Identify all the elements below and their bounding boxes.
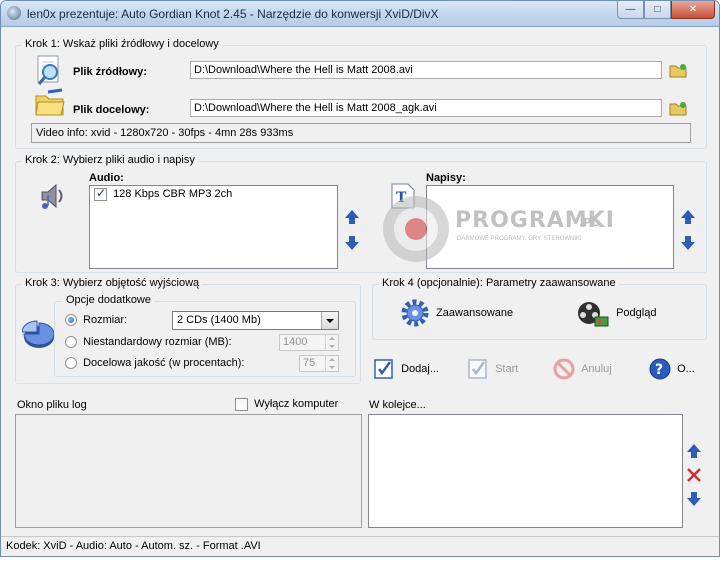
step3-legend: Krok 3: Wybierz objętość wyjściową [22,277,203,289]
audio-speaker-icon [41,183,63,209]
preview-button[interactable]: Podgląd [577,299,656,327]
size-radio[interactable] [65,314,77,327]
status-bar: Kodek: XviD - Audio: Auto - Autom. sz. -… [1,536,719,556]
source-file-icon [37,55,59,85]
destination-folder-icon [35,88,65,116]
dest-file-label: Plik docelowy: [73,104,150,116]
add-button[interactable]: Dodaj... [372,357,439,381]
step4-legend: Krok 4 (opcjonalnie): Parametry zaawanso… [379,277,619,289]
help-icon: ? [649,358,671,380]
advanced-label: Zaawansowane [436,306,514,319]
subtitles-move-down-arrow-icon[interactable] [681,234,695,250]
queue-move-up-arrow-icon[interactable] [687,444,701,460]
audio-track-item[interactable]: 128 Kbps CBR MP3 2ch [94,186,233,201]
main-window: len0x prezentuje: Auto Gordian Knot 2.45… [0,0,720,557]
start-icon [468,359,487,379]
custom-size-radio-option[interactable]: Niestandardowy rozmiar (MB): [65,336,232,349]
size-select-value: 2 CDs (1400 Mb) [177,314,261,326]
cancel-label: Anuluj [581,362,612,375]
subtitles-listbox[interactable] [426,185,674,269]
add-job-icon [374,359,393,379]
minimize-button[interactable]: — [617,1,644,19]
quality-value: 75 [303,357,316,369]
start-button[interactable]: Start [466,357,518,381]
shutdown-option[interactable]: Wyłącz komputer [235,398,338,411]
step4-group: Krok 4 (opcjonalnie): Parametry zaawanso… [372,277,707,340]
log-label: Okno pliku log [17,399,87,411]
film-reel-icon [578,302,609,327]
custom-size-value: 1400 [283,336,308,348]
pie-size-icon [22,320,55,348]
size-radio-option[interactable]: Rozmiar: [65,314,128,327]
chevron-down-icon[interactable] [321,312,338,329]
cancel-icon [553,358,575,380]
maximize-button[interactable]: □ [644,1,671,19]
close-button[interactable]: ✕ [671,1,715,19]
quality-radio[interactable] [65,357,77,370]
subtitles-icon: T [391,183,415,209]
shutdown-label: Wyłącz komputer [254,398,339,411]
extra-options-group: Opcje dodatkowe Rozmiar: 2 CDs (1400 Mb)… [54,294,356,377]
advanced-button[interactable]: Zaawansowane [401,299,513,327]
audio-label: Audio: [89,172,124,184]
custom-size-spinner[interactable]: 1400 [279,334,339,351]
window-title: len0x prezentuje: Auto Gordian Knot 2.45… [27,7,439,21]
size-select[interactable]: 2 CDs (1400 Mb) [172,311,339,330]
audio-move-up-arrow-icon[interactable] [345,210,359,226]
subtitles-move-up-arrow-icon[interactable] [681,210,695,226]
preview-label: Podgląd [616,306,657,319]
cancel-button[interactable]: Anuluj [552,357,612,381]
audio-track-label: 128 Kbps CBR MP3 2ch [113,188,233,201]
source-browse-folder-icon[interactable] [669,62,687,78]
extra-options-legend: Opcje dodatkowe [63,294,154,306]
dest-file-input[interactable]: D:\Download\Where the Hell is Matt 2008_… [190,99,662,117]
queue-delete-icon[interactable] [686,467,702,483]
about-button[interactable]: ? O... [648,357,695,381]
gear-icon [401,299,429,327]
audio-listbox[interactable]: 128 Kbps CBR MP3 2ch [89,185,338,269]
source-file-label: Plik źródłowy: [73,66,147,78]
window-controls: — □ ✕ [617,1,715,19]
custom-size-radio[interactable] [65,336,77,349]
app-icon [7,6,21,20]
title-bar: len0x prezentuje: Auto Gordian Knot 2.45… [1,1,719,27]
step1-group: Krok 1: Wskaż pliki źródłowy i docelowy … [15,38,707,149]
quality-label: Docelowa jakość (w procentach): [83,357,245,369]
about-label: O... [677,362,695,375]
spinner-arrows-icon[interactable] [325,356,338,371]
queue-listbox[interactable] [368,414,683,528]
queue-label: W kolejce... [369,399,426,411]
subtitles-label: Napisy: [426,172,466,184]
svg-text:T: T [396,190,407,206]
audio-track-checkbox[interactable] [94,186,107,201]
custom-size-label: Niestandardowy rozmiar (MB): [83,336,232,348]
spinner-arrows-icon[interactable] [325,335,338,350]
svg-text:?: ? [655,362,663,378]
add-label: Dodaj... [401,362,439,375]
audio-move-down-arrow-icon[interactable] [345,234,359,250]
source-file-input[interactable]: D:\Download\Where the Hell is Matt 2008.… [190,61,662,79]
shutdown-checkbox[interactable] [235,398,248,411]
video-info-bar: Video info: xvid - 1280x720 - 30fps - 4m… [31,123,691,143]
step2-legend: Krok 2: Wybierz pliki audio i napisy [22,154,198,166]
quality-radio-option[interactable]: Docelowa jakość (w procentach): [65,357,245,370]
dest-browse-folder-icon[interactable] [669,100,687,116]
step2-group: Krok 2: Wybierz pliki audio i napisy Aud… [15,154,707,273]
step3-group: Krok 3: Wybierz objętość wyjściową Opcje… [15,277,361,384]
step1-legend: Krok 1: Wskaż pliki źródłowy i docelowy [22,38,222,50]
log-panel[interactable] [15,414,362,528]
queue-move-down-arrow-icon[interactable] [687,490,701,506]
quality-spinner[interactable]: 75 [299,355,339,372]
size-radio-label: Rozmiar: [83,314,128,326]
start-label: Start [495,362,519,375]
